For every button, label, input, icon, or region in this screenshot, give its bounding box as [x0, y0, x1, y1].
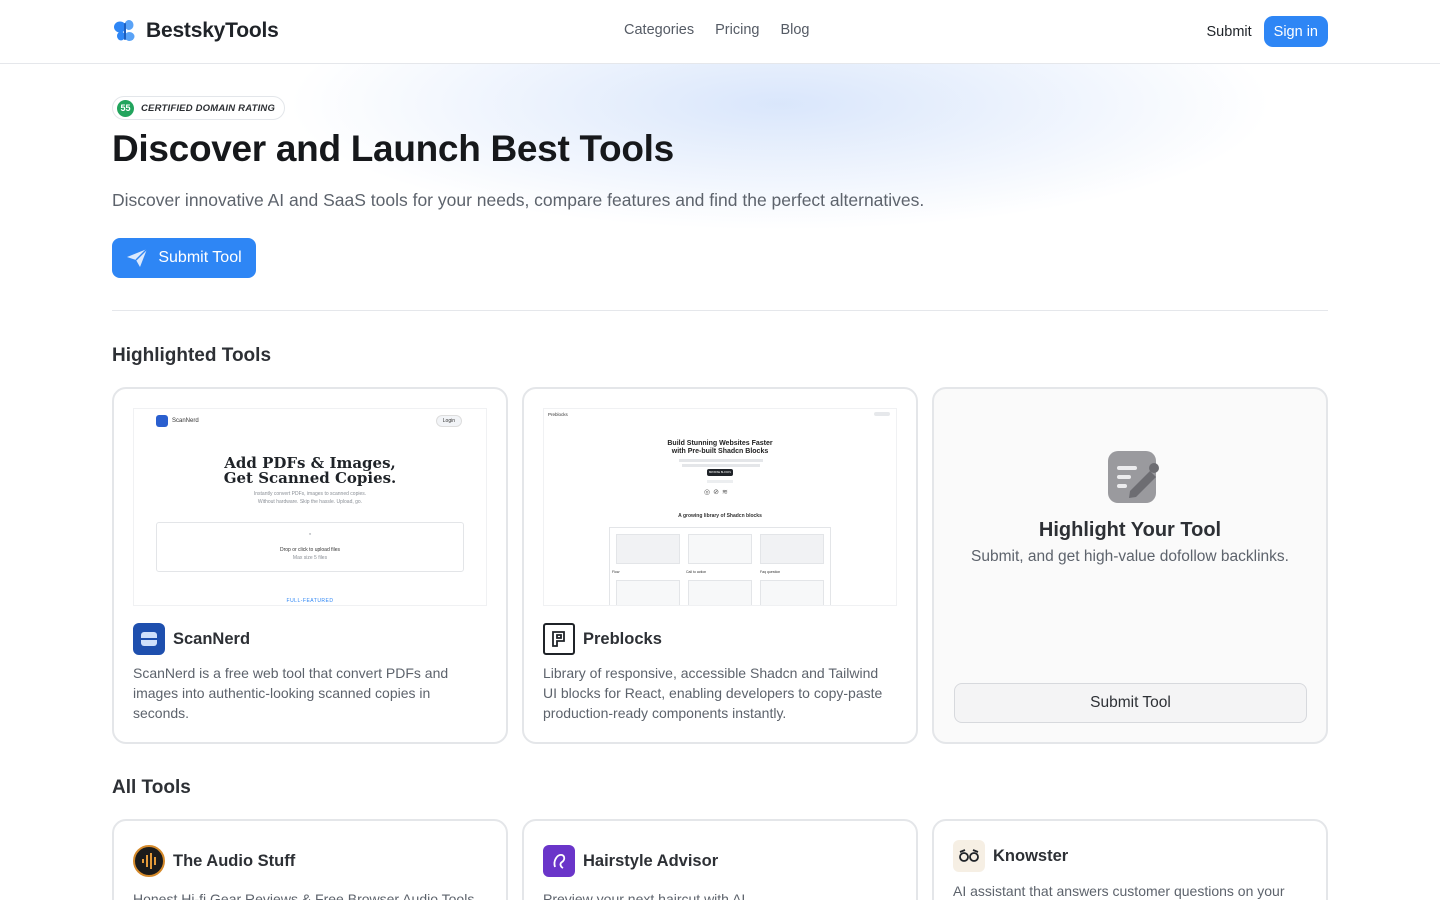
- page-title: Discover and Launch Best Tools: [112, 128, 674, 169]
- tool-description: Honest Hi-fi Gear Reviews & Free Browser…: [133, 891, 475, 900]
- shot-blocks-grid: Flow Call to action Faq question: [609, 527, 831, 605]
- header-actions: Submit Sign in: [1207, 16, 1328, 47]
- nav-blog[interactable]: Blog: [780, 22, 809, 38]
- shot-brand: ScanNerd: [172, 418, 199, 424]
- nav-pricing[interactable]: Pricing: [715, 22, 759, 38]
- shot-dropzone: ▫ Drop or click to upload files Max size…: [156, 522, 464, 572]
- section-divider: [112, 310, 1328, 311]
- tool-description: ScanNerd is a free web tool that convert…: [133, 665, 449, 721]
- highlighted-tools-title: Highlighted Tools: [112, 345, 272, 366]
- shot-footer: FULL-FEATURED: [286, 598, 334, 604]
- tool-card-hairstyle-advisor[interactable]: Hairstyle Advisor Preview your next hair…: [522, 819, 918, 900]
- shot-headline-2: with Pre-built Shadcn Blocks: [671, 448, 769, 455]
- tool-name: The Audio Stuff: [173, 851, 296, 870]
- tool-screenshot: Preblocks Build Stunning Websites Faster…: [543, 408, 897, 606]
- edit-note-icon: [1108, 451, 1159, 503]
- hairstyle-icon: [543, 845, 575, 877]
- tool-description: Library of responsive, accessible Shadcn…: [543, 665, 883, 721]
- tool-title-row: Preblocks: [543, 623, 662, 655]
- tool-card-knowster[interactable]: Knowster AI assistant that answers custo…: [932, 819, 1328, 900]
- shot-button: BROWSE BLOCKS: [707, 469, 733, 476]
- sign-in-button[interactable]: Sign in: [1263, 16, 1328, 47]
- highlight-title: Highlight Your Tool: [1038, 519, 1222, 541]
- tool-title-row: The Audio Stuff: [133, 845, 295, 877]
- highlight-your-tool-card: Highlight Your Tool Submit, and get high…: [932, 387, 1328, 744]
- page-subtitle: Discover innovative AI and SaaS tools fo…: [112, 190, 925, 210]
- main-nav: Categories Pricing Blog: [624, 22, 809, 38]
- tool-title-row: ScanNerd: [133, 623, 250, 655]
- shot-brand: Preblocks: [548, 412, 568, 417]
- shot-sub-2: Without hardware. Skip the hassle. Uploa…: [257, 499, 363, 505]
- scannerd-app-icon: [133, 623, 165, 655]
- preblocks-app-icon: [543, 623, 575, 655]
- shot-col-2: Call to action: [686, 570, 707, 574]
- tool-card-scannerd[interactable]: ScanNerd Login Add PDFs & Images, Get Sc…: [112, 387, 508, 744]
- shot-library: A growing library of Shadcn blocks: [678, 513, 762, 519]
- highlight-submit-tool-button[interactable]: Submit Tool: [954, 683, 1307, 723]
- tool-card-preblocks[interactable]: Preblocks Build Stunning Websites Faster…: [522, 387, 918, 744]
- shot-logo-icon: [156, 415, 168, 427]
- nav-categories[interactable]: Categories: [624, 22, 694, 38]
- owl-glasses-icon: [953, 840, 985, 872]
- shot-login: Login: [435, 415, 462, 427]
- butterfly-logo-icon: [114, 20, 135, 41]
- shot-headline-2: Get Scanned Copies.: [223, 469, 397, 487]
- hero-submit-tool-label: Submit Tool: [158, 249, 242, 266]
- audio-waveform-icon: [133, 845, 165, 877]
- tool-title-row: Knowster: [953, 840, 1068, 872]
- shot-drop: Drop or click to upload files: [279, 547, 341, 553]
- shot-headline-1: Build Stunning Websites Faster: [667, 440, 773, 447]
- all-tools-title: All Tools: [112, 777, 191, 798]
- highlight-subtitle: Submit, and get high-value dofollow back…: [971, 548, 1289, 565]
- logo-text: BestskyTools: [146, 19, 279, 42]
- tool-name: ScanNerd: [173, 629, 251, 648]
- hero-submit-tool-button[interactable]: Submit Tool: [112, 238, 256, 278]
- tool-title-row: Hairstyle Advisor: [543, 845, 718, 877]
- domain-rating-label: CERTIFIED DOMAIN RATING: [141, 102, 276, 114]
- domain-rating-score: 55: [117, 99, 134, 117]
- shot-sub-1: Instantly convert PDFs, images to scanne…: [253, 491, 367, 497]
- header-submit-link[interactable]: Submit: [1207, 24, 1252, 40]
- tool-screenshot: ScanNerd Login Add PDFs & Images, Get Sc…: [133, 408, 487, 606]
- top-navbar: BestskyTools Categories Pricing Blog Sub…: [0, 0, 1440, 64]
- tool-name: Hairstyle Advisor: [583, 851, 719, 870]
- shot-col-3: Faq question: [760, 570, 781, 574]
- paper-plane-icon: [127, 248, 148, 267]
- shot-col-1: Flow: [612, 570, 620, 574]
- tool-name: Preblocks: [583, 629, 662, 648]
- tool-description: AI assistant that answers customer quest…: [953, 883, 1285, 899]
- domain-rating-badge[interactable]: 55 CERTIFIED DOMAIN RATING: [112, 96, 286, 120]
- shot-drop-sub: Max size 5 files: [292, 555, 328, 561]
- tool-name: Knowster: [993, 846, 1069, 865]
- logo[interactable]: BestskyTools: [112, 18, 279, 44]
- tool-card-the-audio-stuff[interactable]: The Audio Stuff Honest Hi-fi Gear Review…: [112, 819, 508, 900]
- tool-description: Preview your next haircut with AI: [543, 891, 746, 900]
